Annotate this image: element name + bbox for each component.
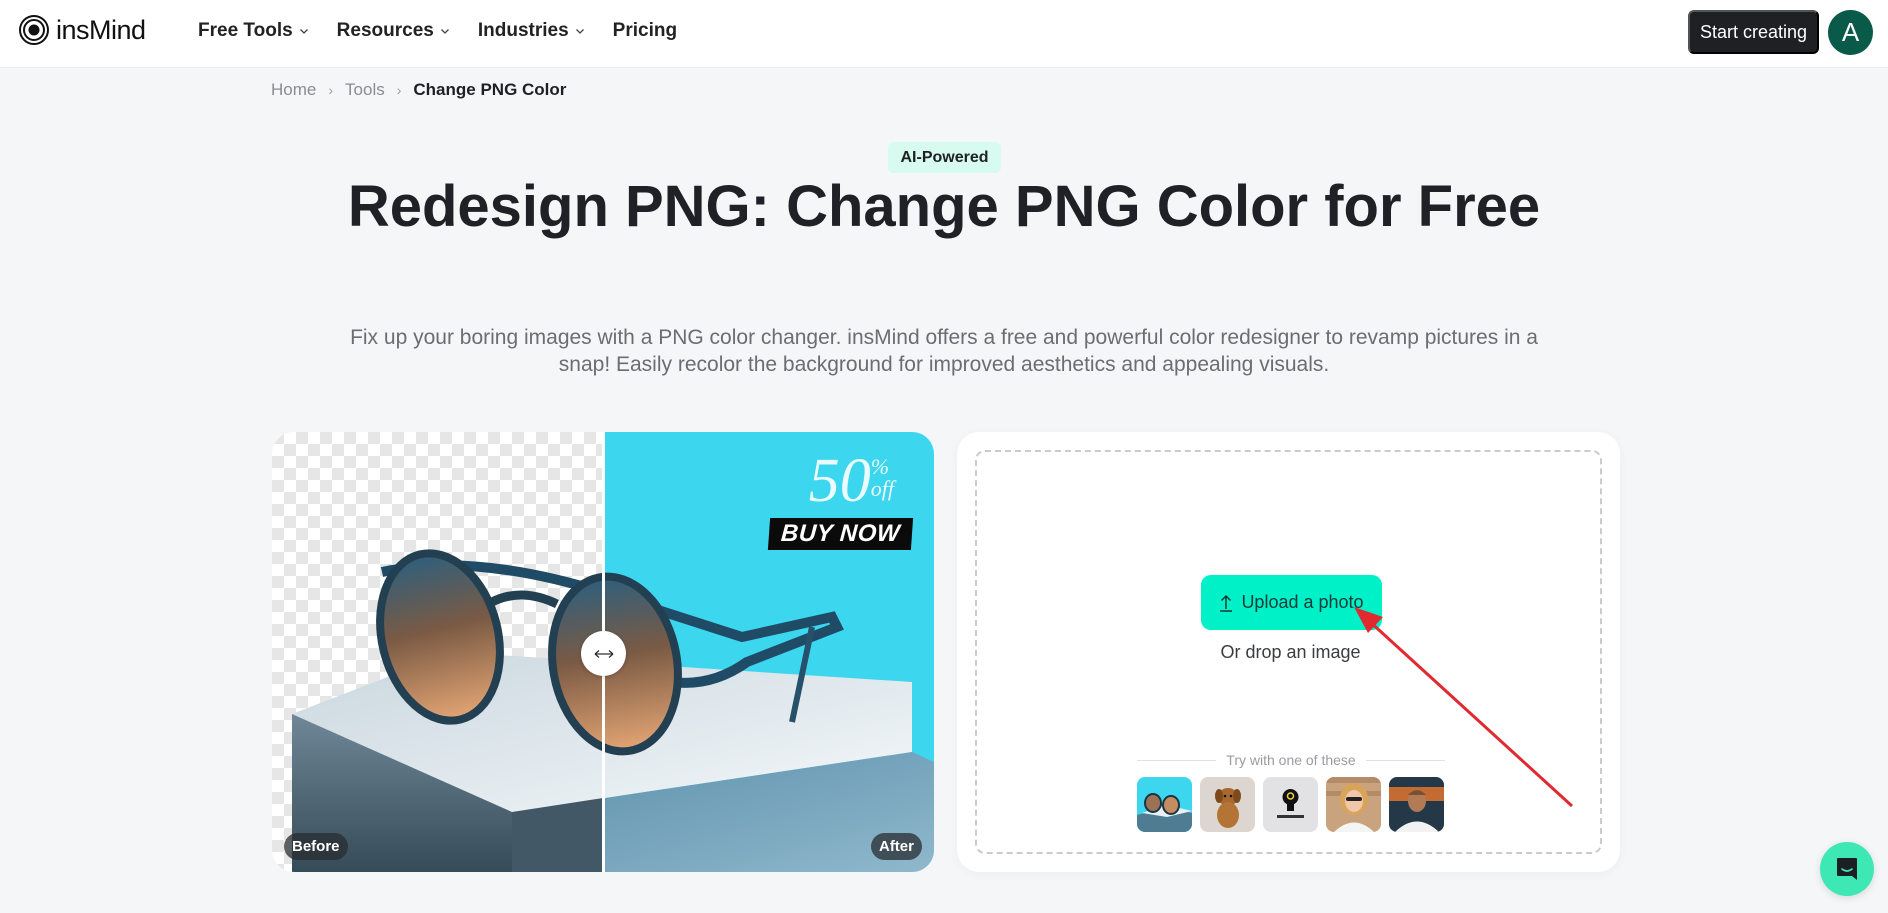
support-chat-button[interactable] [1820, 842, 1874, 896]
divider-line [1137, 759, 1217, 761]
breadcrumb: Home › Tools › Change PNG Color [271, 80, 566, 100]
upload-card: Upload a photo Or drop an image Try with… [957, 432, 1620, 872]
sample-images [1137, 777, 1444, 832]
upload-photo-button[interactable]: Upload a photo [1201, 575, 1382, 630]
man-thumbnail [1389, 777, 1444, 832]
brand-logo[interactable]: insMind [18, 14, 146, 46]
breadcrumb-home[interactable]: Home [271, 80, 316, 100]
promo-buy-now: BUY NOW [767, 518, 914, 550]
try-samples-heading: Try with one of these [1137, 752, 1445, 768]
nav-pricing[interactable]: Pricing [613, 20, 677, 42]
breadcrumb-tools[interactable]: Tools [345, 80, 385, 100]
promo-percent: % [870, 454, 890, 479]
horizontal-arrows-icon [594, 649, 613, 658]
woman-thumbnail [1326, 777, 1381, 832]
breadcrumb-separator-icon: › [328, 82, 334, 98]
before-after-comparison[interactable]: 50 % off BUY NOW Before After [272, 432, 934, 872]
nav-resources[interactable]: Resources [337, 20, 450, 42]
page-title: Redesign PNG: Change PNG Color for Free [347, 174, 1541, 239]
sunglasses-thumbnail [1137, 777, 1192, 832]
chevron-down-icon [575, 29, 584, 34]
promo-off: off [870, 476, 894, 501]
nav-industries[interactable]: Industries [478, 20, 585, 42]
try-samples-text: Try with one of these [1226, 752, 1356, 768]
drop-image-text: Or drop an image [1220, 642, 1361, 662]
ai-powered-badge: AI-Powered [888, 142, 1001, 173]
sample-man[interactable] [1389, 777, 1444, 832]
nav-pricing-label: Pricing [612, 20, 678, 41]
top-nav: insMind Free Tools Resources Industries … [0, 0, 1888, 68]
divider-line [1365, 759, 1445, 761]
promo-discount: 50 % off [809, 450, 894, 512]
page-subtitle: Fix up your boring images with a PNG col… [350, 326, 1538, 376]
breadcrumb-current: Change PNG Color [413, 80, 567, 99]
upload-arrow-icon [1220, 594, 1233, 612]
nav-free-tools[interactable]: Free Tools [198, 20, 309, 42]
nav-free-tools-label: Free Tools [198, 20, 293, 41]
start-creating-button[interactable]: Start creating [1688, 10, 1819, 54]
chat-icon [1837, 858, 1857, 880]
user-avatar[interactable]: A [1828, 10, 1873, 55]
lightbulb-logo-thumbnail [1263, 777, 1318, 832]
chevron-down-icon [440, 29, 449, 34]
main-menu: Free Tools Resources Industries Pricing [198, 0, 677, 62]
brand-name: insMind [56, 14, 146, 45]
image-dropzone[interactable]: Upload a photo Or drop an image Try with… [975, 450, 1602, 854]
sample-logo[interactable] [1263, 777, 1318, 832]
insmind-logo-icon [19, 15, 49, 45]
sample-sunglasses[interactable] [1137, 777, 1192, 832]
upload-photo-label: Upload a photo [1241, 592, 1364, 612]
before-label: Before [284, 833, 348, 860]
nav-industries-label: Industries [477, 20, 569, 41]
breadcrumb-separator-icon: › [396, 82, 402, 98]
sample-puppy[interactable] [1200, 777, 1255, 832]
puppy-thumbnail [1200, 777, 1255, 832]
chevron-down-icon [299, 29, 308, 34]
after-label: After [870, 833, 922, 860]
nav-resources-label: Resources [336, 20, 434, 41]
sample-woman[interactable] [1326, 777, 1381, 832]
comparison-slider-handle[interactable] [581, 631, 626, 676]
promo-number: 50 [808, 447, 871, 515]
